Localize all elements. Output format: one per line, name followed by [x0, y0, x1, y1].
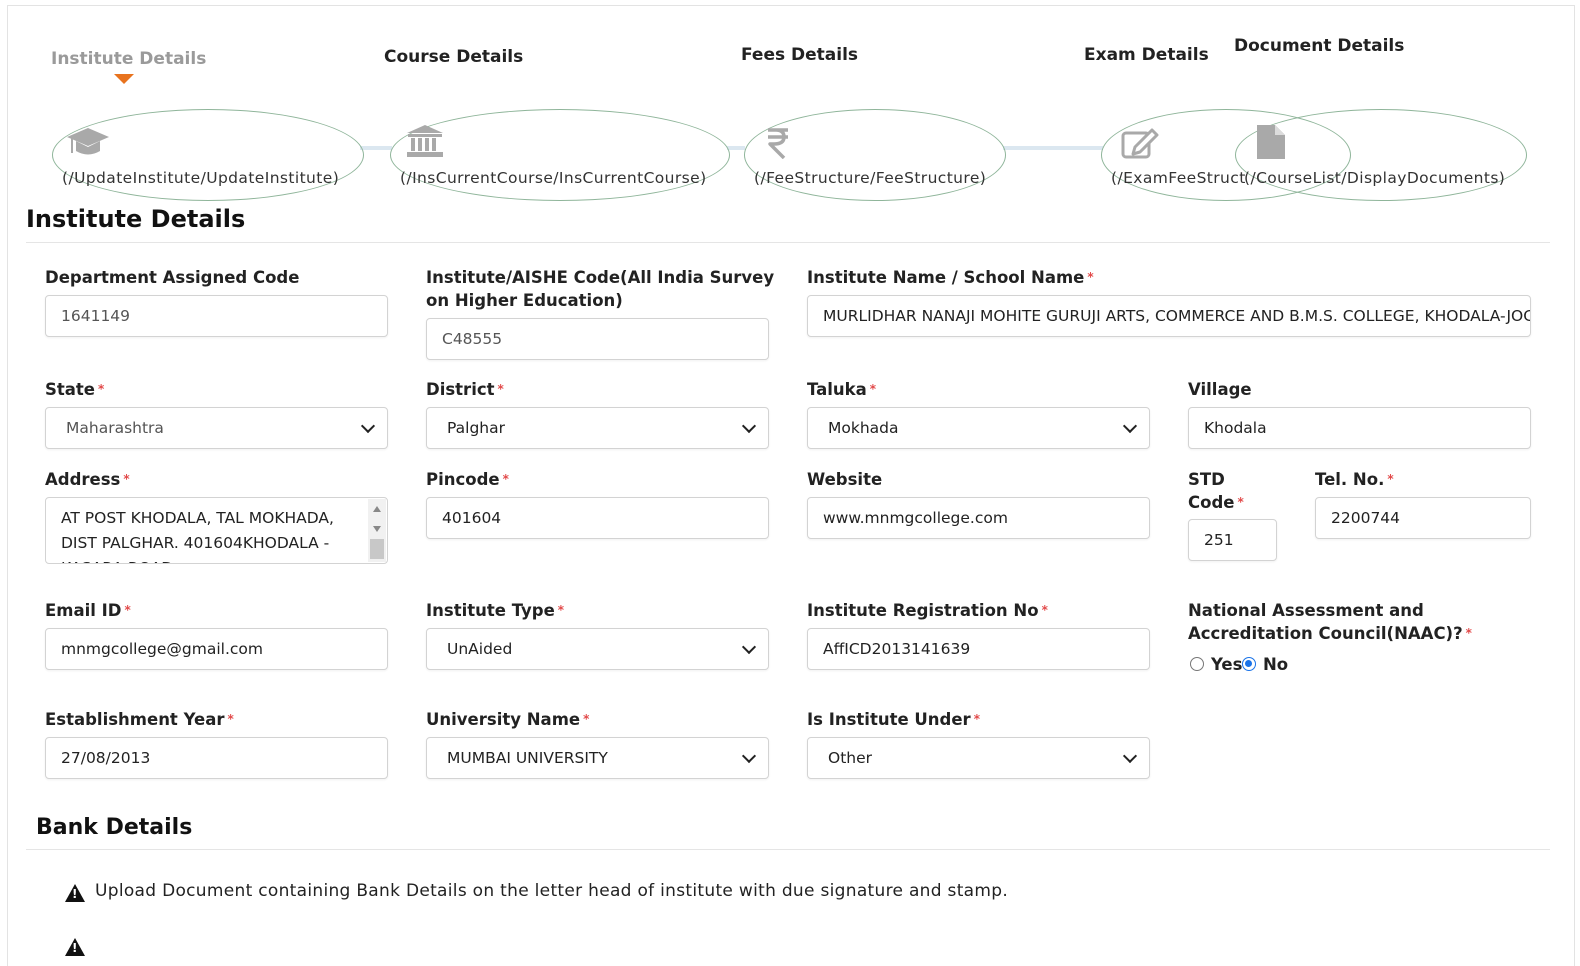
dept-code-label: Department Assigned Code [45, 268, 300, 287]
dept-code-input[interactable]: 1641149 [45, 295, 388, 337]
institute-type-label: Institute Type * [426, 601, 565, 620]
section-heading-bank-details: Bank Details [36, 815, 193, 840]
edit-icon [1121, 128, 1159, 159]
institute-under-label: Is Institute Under * [807, 710, 980, 729]
institute-type-select[interactable]: UnAided [426, 628, 769, 670]
chevron-down-icon [741, 639, 757, 655]
chevron-down-icon [360, 418, 376, 434]
step-url-documents[interactable]: (/CourseList/DisplayDocuments) [1244, 169, 1505, 187]
pincode-input[interactable]: 401604 [426, 497, 769, 539]
taluka-select[interactable]: Mokhada [807, 407, 1150, 449]
website-input[interactable]: www.mnmgcollege.com [807, 497, 1150, 539]
step-title-course-details[interactable]: Course Details [384, 47, 523, 67]
section-heading-institute-details: Institute Details [26, 205, 246, 233]
university-select[interactable]: MUMBAI UNIVERSITY [426, 737, 769, 779]
tel-no-input[interactable]: 2200744 [1315, 497, 1531, 539]
std-code-input[interactable]: 251 [1188, 519, 1277, 561]
address-textarea[interactable]: AT POST KHODALA, TAL MOKHADA, DIST PALGH… [45, 497, 388, 564]
email-label: Email ID * [45, 601, 131, 620]
village-label: Village [1188, 380, 1252, 399]
step-url-institute[interactable]: (/UpdateInstitute/UpdateInstitute) [62, 169, 339, 187]
naac-yes-label[interactable]: Yes [1211, 655, 1242, 674]
chevron-down-icon [741, 748, 757, 764]
aishe-code-input[interactable]: C48555 [426, 318, 769, 360]
tel-no-label: Tel. No. * [1315, 470, 1394, 489]
pincode-label: Pincode * [426, 470, 509, 489]
state-label: State * [45, 380, 105, 399]
section-divider [26, 849, 1550, 850]
warning-icon [65, 884, 85, 902]
step-title-exam-details[interactable]: Exam Details [1084, 45, 1209, 65]
naac-no-label[interactable]: No [1263, 655, 1288, 674]
institute-name-label: Institute Name / School Name * [807, 268, 1094, 287]
bank-notice-text: Upload Document containing Bank Details … [95, 881, 1009, 901]
step-title-fees-details[interactable]: Fees Details [741, 45, 858, 65]
step-title-institute-details[interactable]: Institute Details [51, 49, 206, 69]
institute-under-select[interactable]: Other [807, 737, 1150, 779]
chevron-down-icon [1122, 418, 1138, 434]
email-input[interactable]: mnmgcollege@gmail.com [45, 628, 388, 670]
step-connector [360, 146, 392, 150]
district-label: District * [426, 380, 504, 399]
chevron-down-icon [1122, 748, 1138, 764]
step-url-exam[interactable]: (/ExamFeeStruct [1111, 169, 1246, 187]
document-icon [1257, 125, 1285, 159]
step-connector [1003, 146, 1103, 150]
naac-yes-radio[interactable] [1190, 657, 1204, 671]
active-step-caret-icon [114, 74, 134, 84]
naac-label: National Assessment and Accreditation Co… [1188, 601, 1472, 643]
chevron-down-icon [741, 418, 757, 434]
step-connector [727, 146, 745, 150]
district-select[interactable]: Palghar [426, 407, 769, 449]
village-input[interactable]: Khodala [1188, 407, 1531, 449]
aishe-code-label: Institute/AISHE Code(All India Survey on… [426, 268, 775, 310]
registration-no-input[interactable]: AffICD2013141639 [807, 628, 1150, 670]
std-code-label: STD Code * [1188, 470, 1244, 512]
address-text: AT POST KHODALA, TAL MOKHADA, DIST PALGH… [61, 509, 334, 563]
establishment-year-label: Establishment Year * [45, 710, 234, 729]
step-url-fees[interactable]: (/FeeStructure/FeeStructure) [754, 169, 986, 187]
naac-no-radio[interactable] [1242, 657, 1256, 671]
warning-icon [65, 938, 85, 956]
establishment-year-input[interactable]: 27/08/2013 [45, 737, 388, 779]
address-scrollbar[interactable] [368, 499, 386, 562]
institute-name-input[interactable]: MURLIDHAR NANAJI MOHITE GURUJI ARTS, COM… [807, 295, 1531, 337]
website-label: Website [807, 470, 883, 489]
section-divider [26, 242, 1550, 243]
institution-icon [407, 125, 443, 157]
rupee-icon [768, 128, 788, 159]
step-url-course[interactable]: (/InsCurrentCourse/InsCurrentCourse) [400, 169, 707, 187]
taluka-label: Taluka * [807, 380, 877, 399]
graduation-cap-icon [67, 128, 109, 155]
registration-no-label: Institute Registration No * [807, 601, 1048, 620]
step-title-document-details[interactable]: Document Details [1234, 36, 1404, 56]
state-select[interactable]: Maharashtra [45, 407, 388, 449]
university-name-label: University Name * [426, 710, 590, 729]
address-label: Address * [45, 470, 130, 489]
